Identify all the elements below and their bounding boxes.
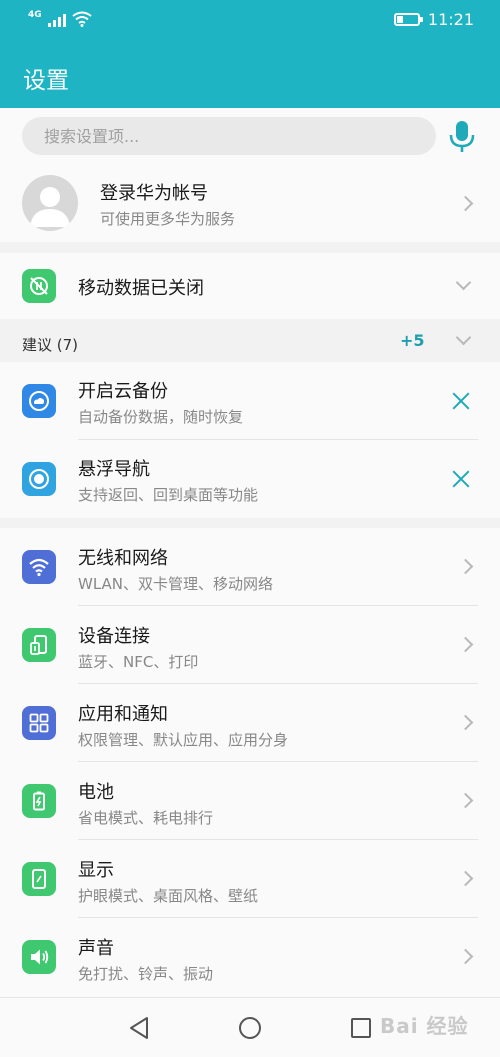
suggestion-subtitle: 自动备份数据，随时恢复	[78, 408, 244, 426]
suggestions-more-count[interactable]: +5	[400, 331, 425, 350]
signal-icon	[47, 13, 66, 27]
settings-item-title: 电池	[78, 782, 114, 803]
clock: 11:21	[427, 10, 474, 29]
microphone-icon[interactable]	[448, 120, 476, 154]
settings-item-title: 声音	[78, 938, 114, 959]
settings-item-title: 应用和通知	[78, 704, 168, 725]
search-box[interactable]	[22, 117, 436, 155]
settings-item-wireless[interactable]: 无线和网络 WLAN、双卡管理、移动网络	[0, 528, 500, 606]
display-icon	[22, 862, 56, 896]
status-right: 11:21	[393, 10, 474, 29]
suggestion-subtitle: 支持返回、回到桌面等功能	[78, 486, 259, 504]
suggestion-title: 悬浮导航	[78, 459, 150, 480]
floating-nav-icon	[22, 462, 56, 496]
cloud-backup-icon	[22, 384, 56, 418]
settings-item-battery[interactable]: 电池 省电模式、耗电排行	[0, 762, 500, 840]
app-bar: 设置	[0, 42, 500, 108]
chevron-right-icon	[457, 558, 474, 575]
chevron-right-icon	[457, 948, 474, 965]
account-subtitle: 可使用更多华为服务	[100, 210, 236, 228]
chevron-right-icon	[457, 714, 474, 731]
battery-icon	[22, 784, 56, 818]
account-row[interactable]: 登录华为帐号 可使用更多华为服务	[0, 166, 500, 242]
settings-item-subtitle: WLAN、双卡管理、移动网络	[78, 575, 274, 593]
dismiss-suggestion-icon[interactable]	[451, 391, 471, 411]
watermark: Bai 经验	[380, 1014, 469, 1038]
settings-item-device-connection[interactable]: 设备连接 蓝牙、NFC、打印	[0, 606, 500, 684]
navigation-bar: Bai 经验	[0, 997, 500, 1057]
recent-apps-icon[interactable]	[351, 1018, 371, 1038]
settings-item-apps[interactable]: 应用和通知 权限管理、默认应用、应用分身	[0, 684, 500, 762]
suggestion-item[interactable]: 悬浮导航 支持返回、回到桌面等功能	[0, 440, 500, 518]
suggestions-header: 建议 (7) +5	[0, 320, 500, 362]
home-icon[interactable]	[239, 1017, 261, 1039]
page-title: 设置	[23, 68, 69, 94]
dismiss-suggestion-icon[interactable]	[451, 469, 471, 489]
mobile-data-off-icon	[22, 269, 56, 303]
status-left: 4G	[28, 11, 92, 27]
chevron-right-icon	[457, 792, 474, 809]
settings-item-subtitle: 蓝牙、NFC、打印	[78, 653, 199, 671]
device-connect-icon	[22, 628, 56, 662]
settings-item-sound[interactable]: 声音 免打扰、铃声、振动	[0, 918, 500, 997]
avatar	[22, 175, 78, 231]
network-type: 4G	[28, 10, 42, 20]
chevron-right-icon	[457, 870, 474, 887]
battery-icon	[393, 13, 423, 26]
user-icon	[30, 187, 70, 227]
chevron-right-icon	[457, 636, 474, 653]
mobile-data-label: 移动数据已关闭	[78, 278, 204, 299]
suggestion-item[interactable]: 开启云备份 自动备份数据，随时恢复	[0, 362, 500, 440]
suggestion-title: 开启云备份	[78, 381, 168, 402]
suggestions-label: 建议 (7)	[22, 336, 79, 354]
search-row	[0, 108, 500, 166]
settings-item-subtitle: 免打扰、铃声、振动	[78, 965, 214, 983]
status-bar: 4G 11:21	[0, 0, 500, 42]
settings-item-subtitle: 权限管理、默认应用、应用分身	[78, 731, 289, 749]
settings-item-title: 设备连接	[78, 626, 150, 647]
account-title: 登录华为帐号	[100, 183, 208, 204]
wifi-icon	[72, 11, 92, 27]
mobile-data-row[interactable]: 移动数据已关闭	[0, 253, 500, 319]
back-icon[interactable]	[128, 1016, 150, 1040]
chevron-down-icon[interactable]	[455, 329, 472, 346]
settings-item-title: 无线和网络	[78, 548, 168, 569]
apps-icon	[22, 706, 56, 740]
wifi-icon	[22, 550, 56, 584]
sound-icon	[22, 940, 56, 974]
settings-item-title: 显示	[78, 860, 114, 881]
settings-item-subtitle: 省电模式、耗电排行	[78, 809, 214, 827]
search-input[interactable]	[22, 117, 436, 155]
settings-item-display[interactable]: 显示 护眼模式、桌面风格、壁纸	[0, 840, 500, 918]
chevron-right-icon	[457, 195, 474, 212]
settings-item-subtitle: 护眼模式、桌面风格、壁纸	[78, 887, 259, 905]
chevron-down-icon[interactable]	[455, 274, 472, 291]
